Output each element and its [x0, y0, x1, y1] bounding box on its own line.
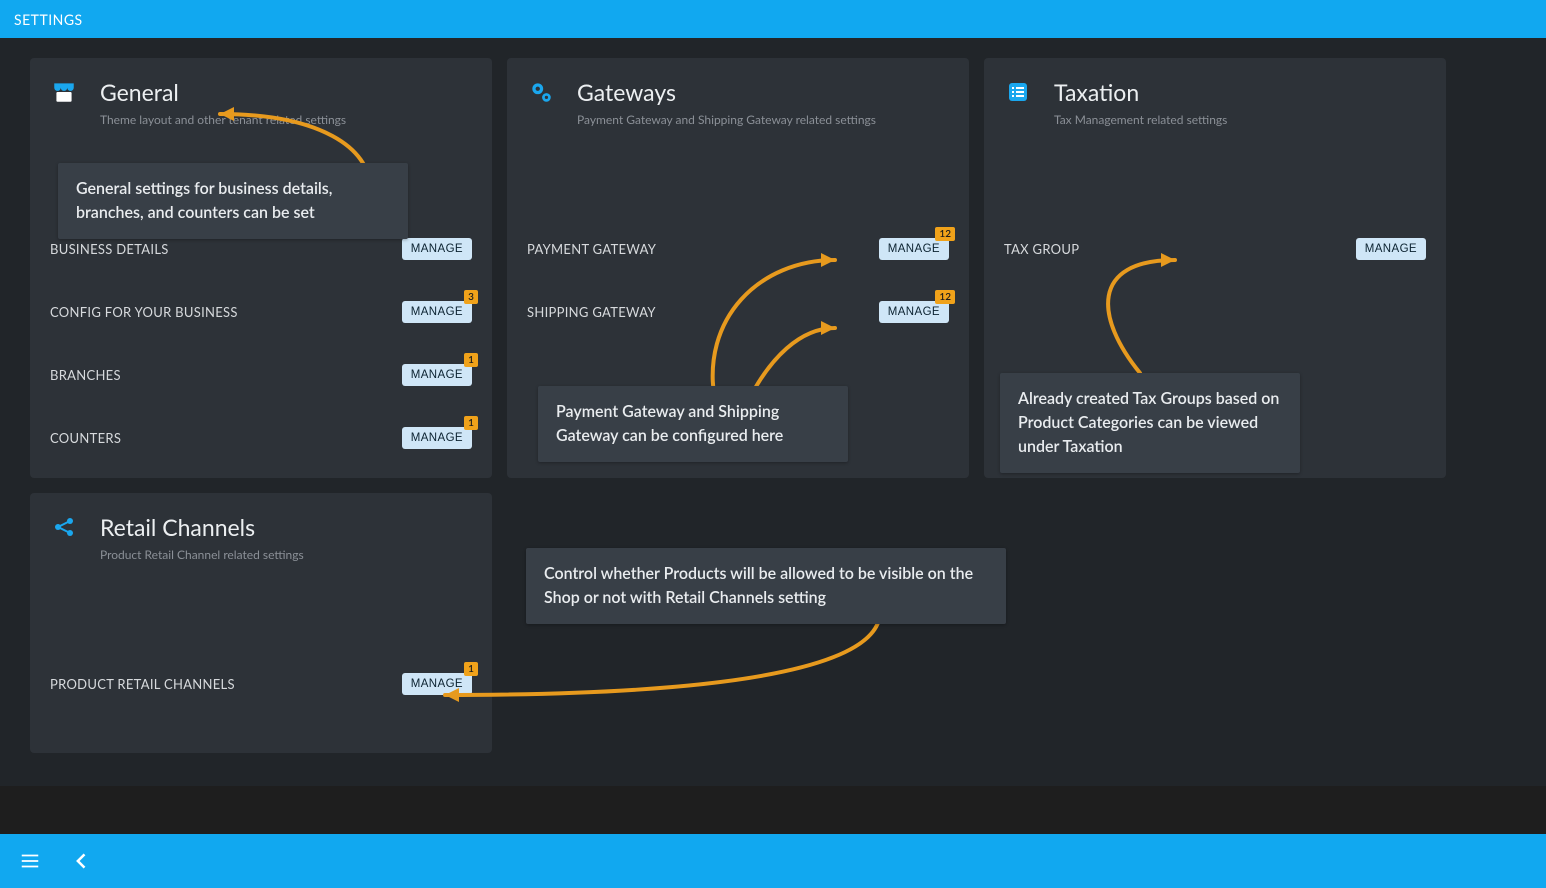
- row-counters: COUNTERS MANAGE 1: [50, 426, 472, 449]
- row-config-business: CONFIG FOR YOUR BUSINESS MANAGE 3: [50, 300, 472, 323]
- page-title: SETTINGS: [14, 11, 83, 28]
- row-tax-group: TAX GROUP MANAGE: [1004, 237, 1426, 260]
- card-retail-channels: Retail Channels Product Retail Channel r…: [30, 493, 492, 753]
- store-icon: [50, 78, 78, 106]
- bottom-bar: [0, 834, 1546, 888]
- manage-button[interactable]: MANAGE: [402, 673, 472, 695]
- row-label: PAYMENT GATEWAY: [527, 241, 656, 257]
- manage-button[interactable]: MANAGE: [402, 301, 472, 323]
- share-icon: [50, 513, 78, 541]
- count-badge: 3: [464, 290, 478, 304]
- row-label: PRODUCT RETAIL CHANNELS: [50, 676, 235, 692]
- count-badge: 1: [464, 353, 478, 367]
- back-icon[interactable]: [70, 849, 94, 873]
- callout-taxation: Already created Tax Groups based on Prod…: [1000, 373, 1300, 473]
- row-product-retail-channels: PRODUCT RETAIL CHANNELS MANAGE 1: [50, 672, 472, 695]
- count-badge: 1: [464, 416, 478, 430]
- row-shipping-gateway: SHIPPING GATEWAY MANAGE 12: [527, 300, 949, 323]
- settings-page: General Theme layout and other tenant re…: [0, 38, 1546, 786]
- list-icon: [1004, 78, 1032, 106]
- count-badge: 1: [464, 662, 478, 676]
- row-branches: BRANCHES MANAGE 1: [50, 363, 472, 386]
- row-label: BRANCHES: [50, 367, 121, 383]
- menu-icon[interactable]: [18, 849, 42, 873]
- row-label: CONFIG FOR YOUR BUSINESS: [50, 304, 238, 320]
- card-title: General: [100, 78, 346, 106]
- gears-icon: [527, 78, 555, 106]
- card-subtitle: Theme layout and other tenant related se…: [100, 112, 346, 127]
- row-business-details: BUSINESS DETAILS MANAGE: [50, 237, 472, 260]
- callout-gateways: Payment Gateway and Shipping Gateway can…: [538, 386, 848, 462]
- card-subtitle: Tax Management related settings: [1054, 112, 1227, 127]
- card-title: Gateways: [577, 78, 876, 106]
- manage-button[interactable]: MANAGE: [402, 364, 472, 386]
- row-label: COUNTERS: [50, 430, 121, 446]
- manage-button[interactable]: MANAGE: [879, 301, 949, 323]
- row-payment-gateway: PAYMENT GATEWAY MANAGE 12: [527, 237, 949, 260]
- manage-button[interactable]: MANAGE: [879, 238, 949, 260]
- manage-button[interactable]: MANAGE: [1356, 238, 1426, 260]
- card-subtitle: Payment Gateway and Shipping Gateway rel…: [577, 112, 876, 127]
- card-general: General Theme layout and other tenant re…: [30, 58, 492, 478]
- card-subtitle: Product Retail Channel related settings: [100, 547, 304, 562]
- count-badge: 12: [935, 227, 955, 241]
- callout-general: General settings for business details, b…: [58, 163, 408, 239]
- callout-retail: Control whether Products will be allowed…: [526, 548, 1006, 624]
- row-label: SHIPPING GATEWAY: [527, 304, 656, 320]
- top-bar: SETTINGS: [0, 0, 1546, 38]
- manage-button[interactable]: MANAGE: [402, 427, 472, 449]
- row-label: TAX GROUP: [1004, 241, 1079, 257]
- card-title: Taxation: [1054, 78, 1227, 106]
- count-badge: 12: [935, 290, 955, 304]
- card-title: Retail Channels: [100, 513, 304, 541]
- manage-button[interactable]: MANAGE: [402, 238, 472, 260]
- row-label: BUSINESS DETAILS: [50, 241, 169, 257]
